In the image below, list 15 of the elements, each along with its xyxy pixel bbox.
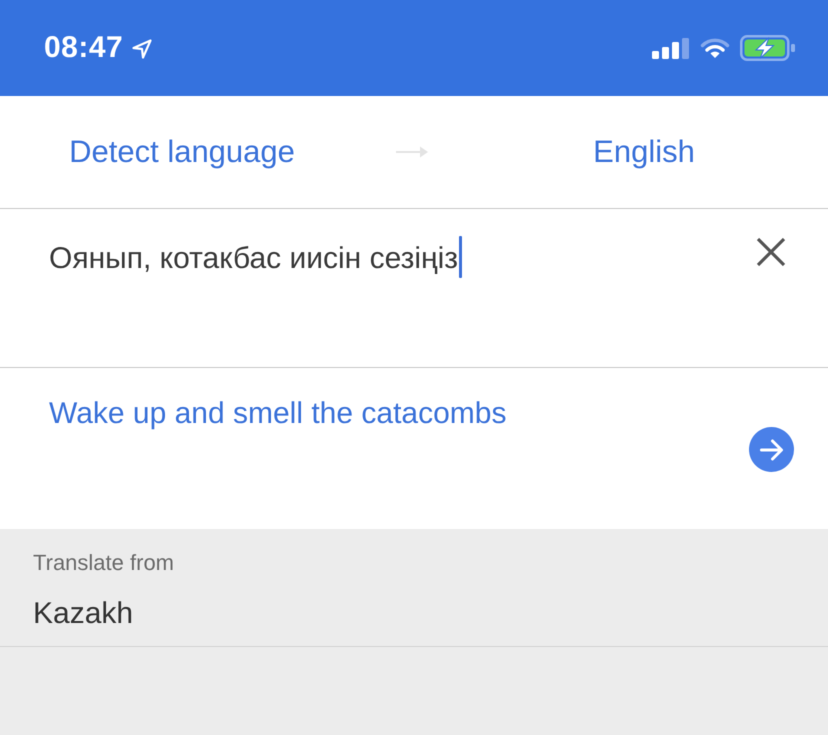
arrow-button[interactable] [749,427,794,472]
target-language-button[interactable]: English [593,130,695,174]
location-arrow-icon [132,39,152,59]
translation-text: Wake up and smell the catacombs [49,397,506,430]
close-icon [756,237,786,267]
language-option[interactable]: Kazakh [0,577,828,647]
wifi-icon [700,37,730,59]
arrow-right-icon [396,146,428,158]
arrow-right-icon [760,438,784,460]
status-time: 08:47 [44,31,124,65]
battery-charging-icon [740,35,795,61]
source-language-button[interactable]: Detect language [69,130,295,174]
clear-button[interactable] [756,237,786,267]
section-heading: Translate from [33,550,174,575]
signal-icon [652,38,689,58]
